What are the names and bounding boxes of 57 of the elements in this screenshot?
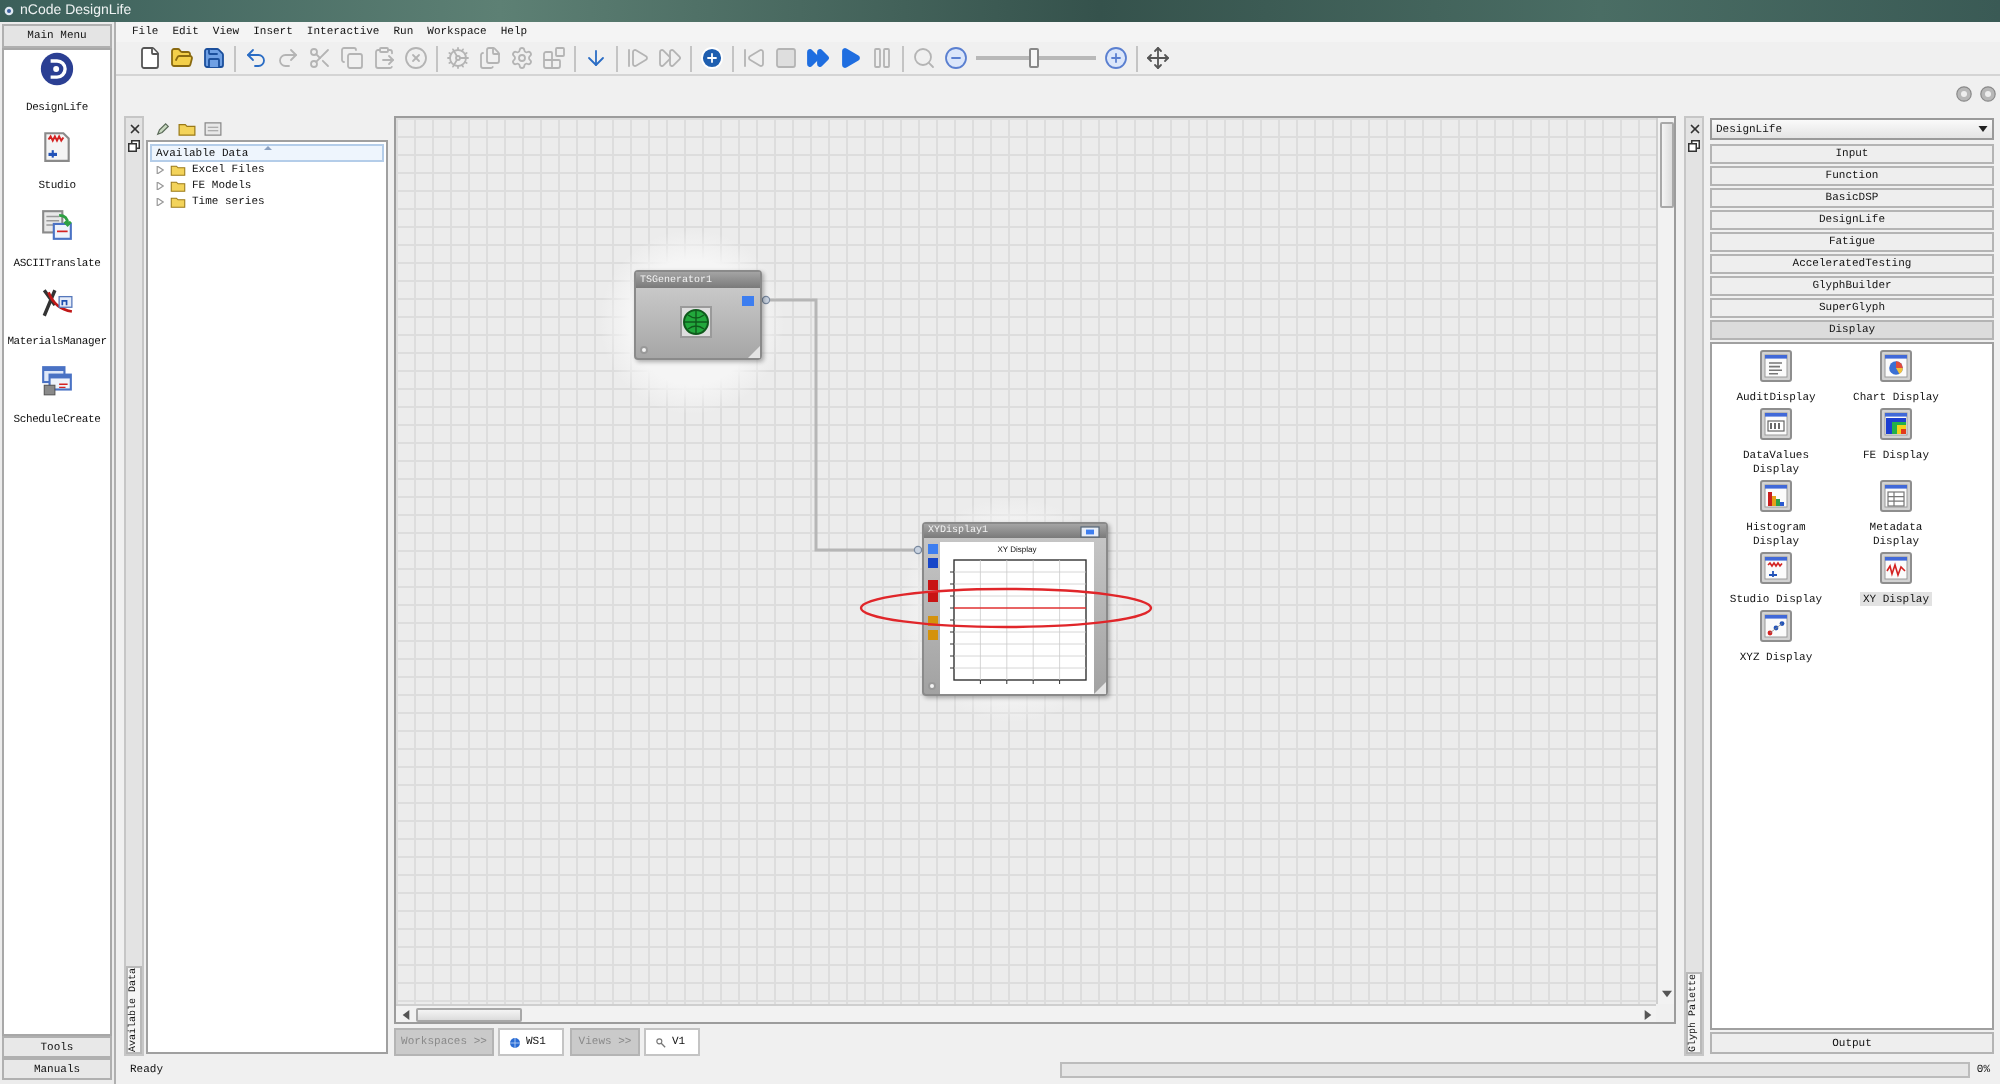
list-window-icon: [1760, 350, 1792, 382]
slider-thumb[interactable]: [1028, 48, 1039, 68]
pie-chart-icon: [1880, 350, 1912, 382]
document-icon: [1760, 552, 1792, 584]
close-icon[interactable]: [127, 122, 141, 136]
document-icon: [40, 130, 74, 164]
zoom-slider[interactable]: [976, 48, 1096, 68]
port-icon[interactable]: [927, 558, 937, 568]
app-icon: [4, 6, 14, 16]
curve-icon: [40, 286, 74, 320]
arrow-down-icon[interactable]: [1661, 990, 1671, 998]
save-icon[interactable]: [202, 46, 226, 70]
caret-icon: [1978, 126, 1988, 132]
arrow-left-icon[interactable]: [402, 1009, 410, 1019]
resize-grip-icon[interactable]: [1094, 682, 1106, 694]
port-icon[interactable]: [927, 544, 937, 554]
restore-icon[interactable]: [128, 140, 140, 152]
table-icon: [1880, 480, 1912, 512]
globe-icon: [679, 306, 711, 338]
folder-icon[interactable]: [170, 46, 194, 70]
heatmap-icon: [1880, 408, 1912, 440]
pencil-icon[interactable]: [156, 121, 170, 135]
expand-arrow-icon[interactable]: [156, 198, 164, 206]
zoom-in-icon[interactable]: [1104, 46, 1128, 70]
waveform-icon: [1880, 552, 1912, 584]
scrollbar-thumb[interactable]: [1659, 122, 1673, 208]
move-arrows-icon[interactable]: [1146, 46, 1170, 70]
arrow-right-icon[interactable]: [1644, 1009, 1652, 1019]
windows-icon: [40, 364, 74, 398]
scatter-icon: [1760, 610, 1792, 642]
number-field-icon: [1760, 408, 1792, 440]
resize-grip-icon[interactable]: [748, 346, 760, 358]
view-icon: [656, 1037, 666, 1047]
document-arrow-icon: [40, 208, 74, 242]
grid-box-icon[interactable]: [204, 121, 222, 135]
histogram-icon: [1760, 480, 1792, 512]
zoom-out-icon[interactable]: [944, 46, 968, 70]
folder-icon[interactable]: [178, 121, 196, 135]
port-icon[interactable]: [927, 592, 937, 602]
port-icon[interactable]: [927, 616, 937, 626]
new-file-icon[interactable]: [138, 46, 162, 70]
sort-arrow-icon: [264, 146, 272, 150]
plus-circle-icon[interactable]: [700, 46, 724, 70]
port-icon[interactable]: [927, 580, 937, 590]
scrollbar-thumb[interactable]: [416, 1007, 522, 1021]
expand-arrow-icon[interactable]: [156, 166, 164, 174]
restore-icon[interactable]: [1688, 140, 1700, 152]
window-icon[interactable]: [1080, 525, 1100, 537]
globe-icon: [510, 1037, 520, 1047]
horizontal-scrollbar[interactable]: [396, 1004, 1656, 1022]
arrow-down-icon[interactable]: [584, 46, 608, 70]
play-icon[interactable]: [838, 46, 862, 70]
undo-icon[interactable]: [244, 46, 268, 70]
fast-forward-icon[interactable]: [806, 46, 830, 70]
close-icon[interactable]: [1687, 122, 1701, 136]
vertical-scrollbar[interactable]: [1656, 118, 1674, 1004]
expand-arrow-icon[interactable]: [156, 182, 164, 190]
